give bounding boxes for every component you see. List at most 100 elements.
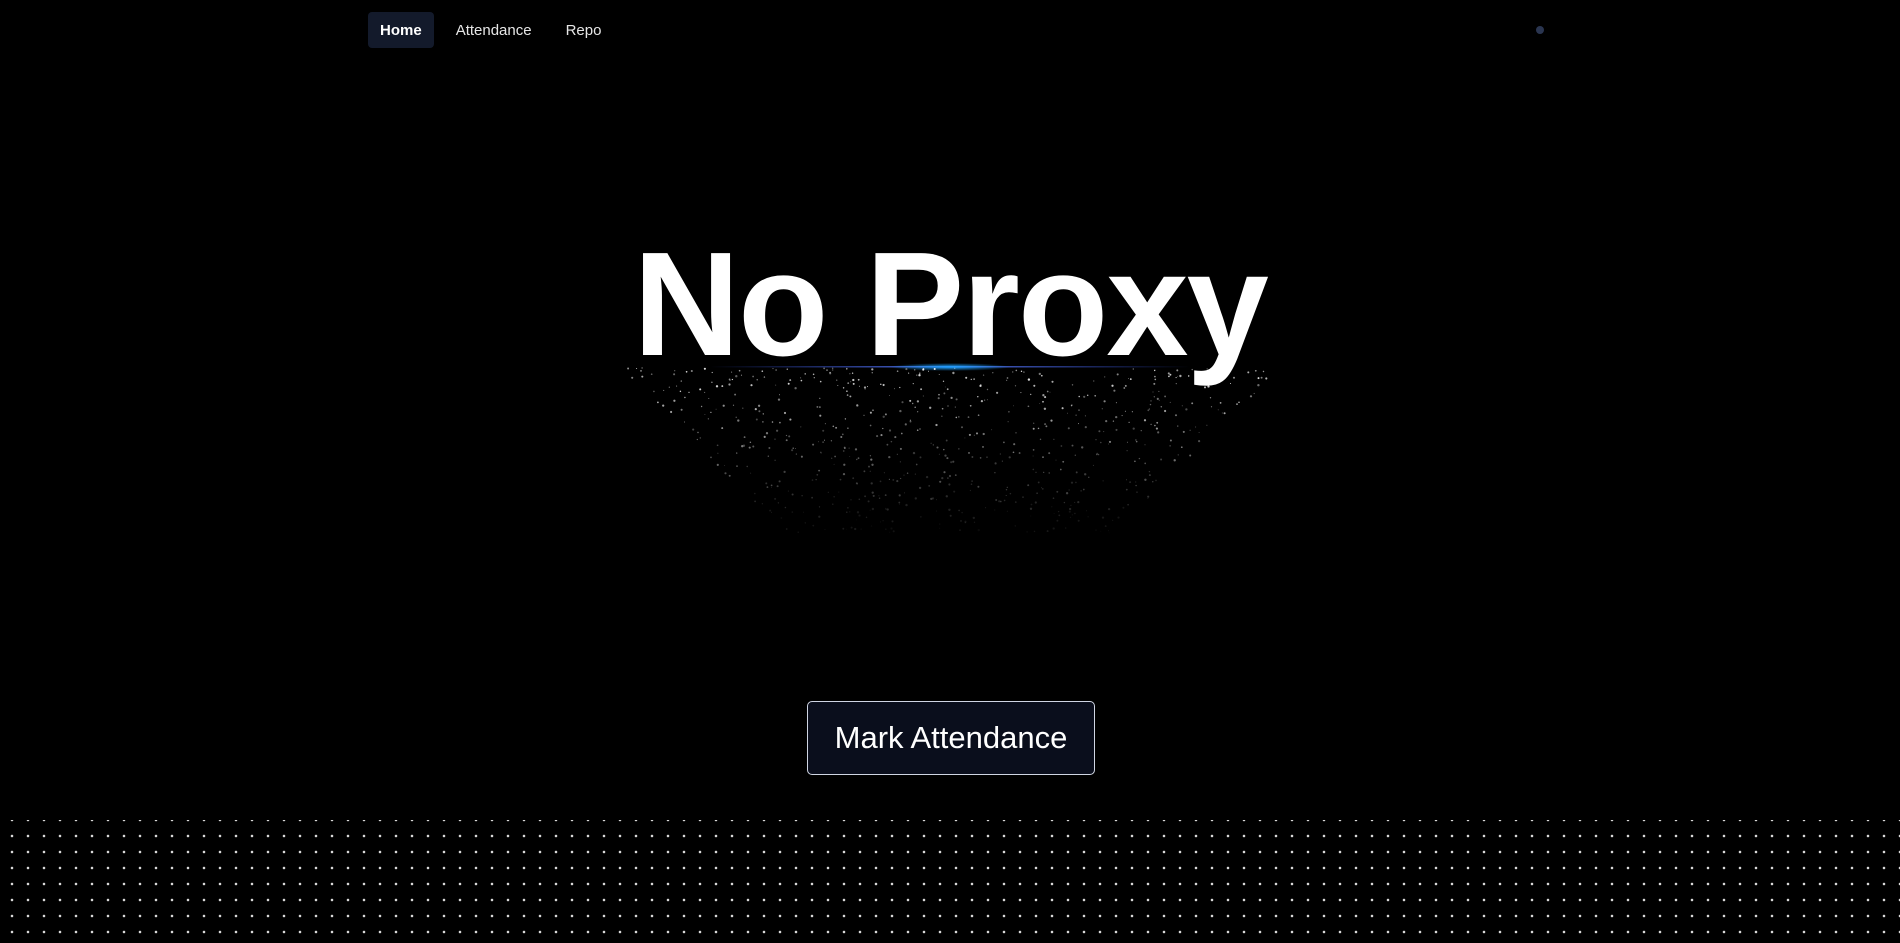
- sparkle-dot: [847, 507, 849, 509]
- sparkle-dot: [890, 527, 893, 530]
- sparkle-dot: [1144, 462, 1147, 465]
- sparkle-dot: [871, 491, 874, 494]
- nav-item-attendance[interactable]: Attendance: [444, 12, 544, 48]
- sparkle-dot: [844, 418, 847, 420]
- sparkle-dot: [794, 387, 797, 390]
- sparkle-dot: [893, 388, 895, 390]
- sparkle-dot: [941, 476, 944, 480]
- sparkle-dot: [1100, 441, 1102, 444]
- sparkle-dot: [1122, 506, 1125, 509]
- sparkle-dot: [791, 493, 794, 496]
- sparkle-dot: [868, 465, 870, 468]
- nav-item-home[interactable]: Home: [368, 12, 434, 48]
- sparkle-dot: [935, 510, 938, 512]
- sparkle-dot: [1078, 423, 1079, 425]
- sparkle-dot: [1014, 501, 1017, 503]
- sparkle-dot: [888, 455, 891, 459]
- sparkle-dot: [704, 391, 706, 393]
- sparkle-dot: [1262, 370, 1265, 373]
- sparkle-dot: [734, 393, 737, 396]
- sparkle-dot: [1101, 408, 1103, 410]
- sparkle-dot: [786, 368, 789, 370]
- sparkle-dot: [1098, 430, 1101, 433]
- sparkle-dot: [1144, 444, 1146, 446]
- sparkle-dot: [870, 482, 873, 485]
- sparkle-dot: [716, 444, 719, 447]
- sparkle-dot: [1027, 484, 1030, 487]
- sparkle-dot: [762, 413, 764, 415]
- sparkle-dot: [670, 410, 673, 414]
- sparkle-dot: [896, 453, 898, 455]
- sparkle-dot: [1071, 514, 1073, 516]
- sparkle-dot: [1005, 494, 1007, 497]
- sparkle-dot: [1042, 394, 1045, 397]
- sparkle-dot: [960, 426, 964, 429]
- mark-attendance-button[interactable]: Mark Attendance: [807, 701, 1095, 775]
- sparkle-dot: [918, 427, 922, 431]
- sparkle-dot: [673, 373, 676, 376]
- sparkle-dot: [896, 480, 899, 483]
- sparkle-dot: [1195, 426, 1197, 428]
- sparkle-dot: [1154, 375, 1156, 378]
- sparkle-dot: [955, 398, 958, 401]
- sparkle-dot: [1131, 411, 1133, 413]
- sparkle-dot: [930, 497, 933, 501]
- sparkle-dot: [811, 479, 814, 481]
- sparkle-dot: [914, 473, 916, 475]
- sparkle-dot: [916, 400, 920, 403]
- sparkle-dot: [1105, 420, 1108, 423]
- sparkle-dot: [986, 399, 988, 401]
- sparkle-dot: [856, 458, 858, 461]
- sparkle-dot: [885, 508, 887, 510]
- sparkle-dot: [918, 374, 921, 377]
- sparkle-dot: [938, 453, 940, 455]
- sparkle-dot: [1189, 454, 1192, 457]
- sparkle-dot: [783, 411, 787, 415]
- sparkle-dot: [795, 448, 796, 449]
- sparkle-dot: [742, 444, 746, 447]
- sparkle-dot: [1095, 529, 1097, 531]
- sparkle-dot: [1074, 454, 1076, 456]
- sparkle-dot: [731, 378, 734, 381]
- sparkle-dot: [1115, 415, 1118, 419]
- sparkle-dot: [1032, 427, 1035, 430]
- sparkle-dot: [1006, 377, 1009, 379]
- sparkle-dot: [707, 418, 709, 420]
- sparkle-dot: [872, 494, 875, 497]
- sparkle-dot: [1033, 530, 1036, 533]
- sparkle-dot: [1127, 377, 1130, 380]
- sparkle-dot: [932, 444, 934, 446]
- page: Home Attendance Repo No Proxy Mark Atten…: [0, 0, 1900, 943]
- sparkle-dot: [1160, 458, 1163, 461]
- sparkle-dot: [970, 378, 973, 381]
- sparkle-dot: [890, 440, 893, 443]
- sparkle-dot: [1149, 403, 1152, 406]
- sparkle-dot: [1126, 441, 1128, 443]
- sparkle-dot: [1033, 422, 1035, 424]
- sparkle-dot: [865, 516, 868, 519]
- sparkle-dot: [1011, 371, 1014, 373]
- sparkle-dot: [888, 478, 890, 480]
- sparkle-dot: [1143, 419, 1147, 422]
- sparkle-dot: [1175, 382, 1177, 385]
- sparkle-dot: [846, 511, 848, 513]
- sparkle-dot: [816, 405, 819, 408]
- sparkle-dot: [971, 456, 974, 458]
- sparkle-dot: [762, 421, 764, 423]
- nav-item-repo[interactable]: Repo: [554, 12, 614, 48]
- status-dot-icon[interactable]: [1536, 26, 1544, 34]
- sparkle-dot: [953, 490, 956, 493]
- sparkle-dot: [1078, 409, 1080, 411]
- sparkle-dot: [748, 446, 751, 449]
- sparkle-dot: [839, 478, 842, 481]
- sparkle-dot: [732, 404, 735, 406]
- sparkle-dot: [823, 439, 826, 441]
- sparkle-dot: [1068, 507, 1072, 511]
- sparkle-dot: [939, 527, 941, 529]
- sparkle-dot: [866, 386, 869, 388]
- sparkle-dot: [1155, 479, 1157, 482]
- sparkle-dot: [680, 380, 682, 382]
- sparkle-dot: [761, 503, 763, 505]
- sparkle-dot: [1081, 446, 1084, 449]
- sparkle-dot: [690, 369, 693, 373]
